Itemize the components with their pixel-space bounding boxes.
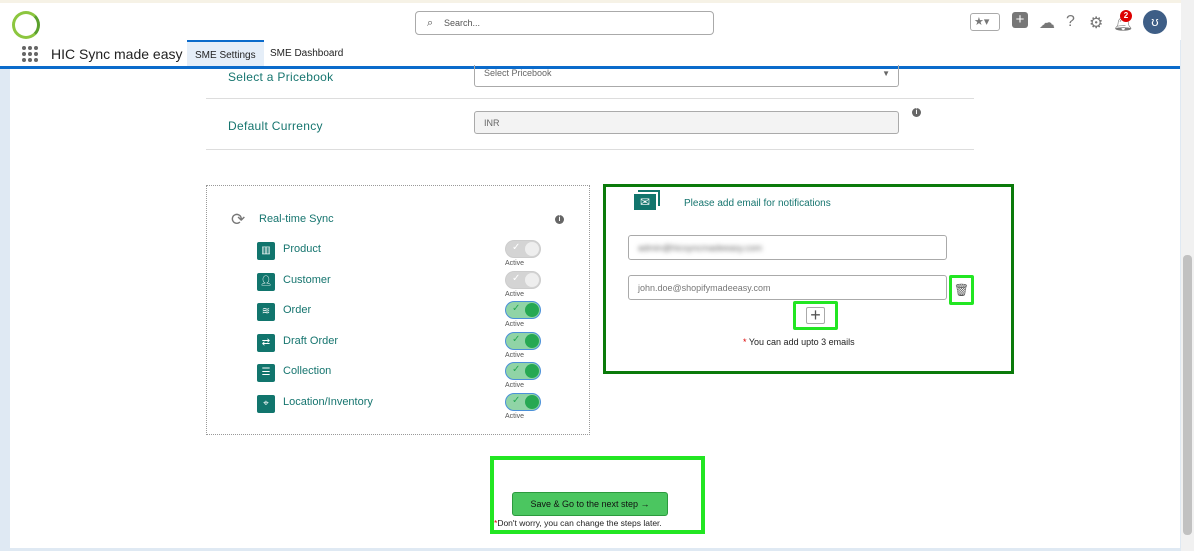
delete-email-button[interactable]: 🗑︎ <box>949 275 974 305</box>
info-icon[interactable]: i <box>555 215 564 224</box>
pricebook-label: Select a Pricebook <box>228 70 334 84</box>
email-notifications-panel: ✉ Please add email for notifications adm… <box>603 184 1014 374</box>
trailhead-icon[interactable]: ☁ <box>1039 13 1055 33</box>
avatar[interactable]: ʊ <box>1143 10 1167 34</box>
sync-item-draft-order: ⇄ Draft Order ✓ Active <box>257 332 577 359</box>
realtime-sync-panel: ⟳ Real-time Sync i ▥ Product ✓ Active 👤︎ Cus… <box>206 185 590 435</box>
info-icon[interactable]: i <box>912 108 921 117</box>
arrow-right-icon: → <box>640 499 650 509</box>
help-icon[interactable]: ? <box>1066 13 1075 31</box>
add-email-button[interactable]: + <box>793 301 838 330</box>
currency-field: INR <box>474 111 899 134</box>
trash-icon: 🗑︎ <box>953 283 970 297</box>
divider <box>206 149 974 150</box>
sync-item-location-inventory: ⌖ Location/Inventory ✓ Active <box>257 393 577 420</box>
plus-icon: + <box>806 306 825 324</box>
favorites-star-icon[interactable]: ★▾ <box>970 13 1000 31</box>
collection-toggle[interactable]: ✓ <box>505 362 541 380</box>
email-limit-note: * You can add upto 3 emails <box>743 337 855 347</box>
location-icon: ⌖ <box>257 395 275 413</box>
customer-toggle[interactable]: ✓ <box>505 271 541 289</box>
sync-item-customer: 👤︎ Customer ✓ Active <box>257 271 577 298</box>
sync-item-product: ▥ Product ✓ Active <box>257 240 577 267</box>
sync-item-collection: ☰ Collection ✓ Active <box>257 362 577 389</box>
sync-item-order: ≋ Order ✓ Active <box>257 301 577 328</box>
gear-icon[interactable]: ⚙ <box>1089 13 1103 33</box>
save-next-step-button[interactable]: Save & Go to the next step → <box>512 492 668 516</box>
draft-order-icon: ⇄ <box>257 334 275 352</box>
search-icon: ⌕ <box>427 17 434 29</box>
notification-badge: 2 <box>1120 10 1132 22</box>
checklist-icon: ☰ <box>257 364 275 382</box>
app-logo[interactable] <box>12 11 40 39</box>
sync-icon: ⟳ <box>231 210 246 229</box>
email-title: Please add email for notifications <box>684 198 831 209</box>
tab-sme-settings[interactable]: SME Settings <box>187 40 264 66</box>
add-icon[interactable]: + <box>1012 12 1028 28</box>
save-section: Save & Go to the next step → *Don't worr… <box>490 456 705 534</box>
product-toggle[interactable]: ✓ <box>505 240 541 258</box>
pricebook-select[interactable]: Select Pricebook ▼ <box>474 65 899 87</box>
divider <box>206 98 974 99</box>
app-title: HIC Sync made easy <box>51 46 183 62</box>
app-launcher-icon[interactable] <box>22 46 38 62</box>
currency-label: Default Currency <box>228 119 323 133</box>
email-input-1[interactable]: admin@hicsyncmadeeasy.com <box>628 235 947 260</box>
sync-title: Real-time Sync <box>259 213 334 225</box>
draft-order-toggle[interactable]: ✓ <box>505 332 541 350</box>
footer-note: *Don't worry, you can change the steps l… <box>494 518 662 528</box>
layers-icon: ≋ <box>257 303 275 321</box>
top-bar: ⌕ Search... ★▾ + ☁ ? ⚙ 🔔︎ 2 ʊ <box>0 0 1194 40</box>
chevron-down-icon: ▼ <box>882 69 890 78</box>
product-icon: ▥ <box>257 242 275 260</box>
order-toggle[interactable]: ✓ <box>505 301 541 319</box>
scrollbar-thumb[interactable] <box>1183 255 1192 535</box>
customer-icon: 👤︎ <box>257 273 275 291</box>
search-input[interactable]: ⌕ Search... <box>415 11 714 35</box>
location-toggle[interactable]: ✓ <box>505 393 541 411</box>
email-icon: ✉ <box>634 194 656 210</box>
email-input-2[interactable]: john.doe@shopifymadeeasy.com <box>628 275 947 300</box>
tab-sme-dashboard[interactable]: SME Dashboard <box>262 40 351 66</box>
